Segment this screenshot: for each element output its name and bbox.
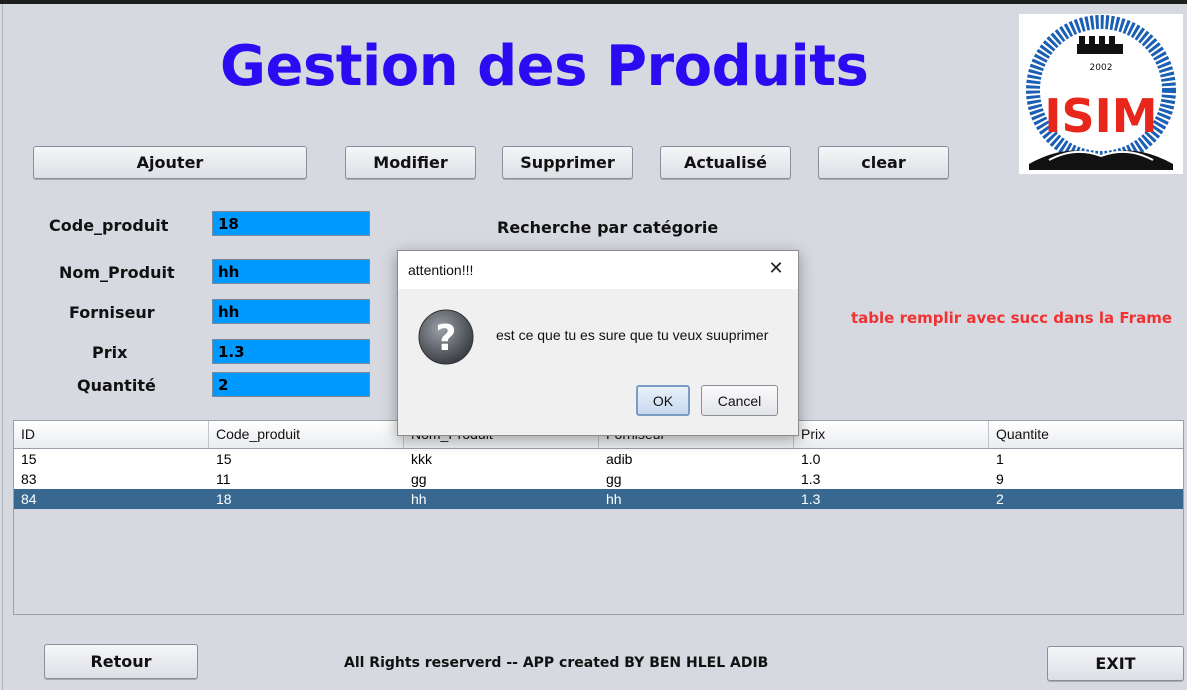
- cell-id: 83: [21, 471, 37, 487]
- quantite-field[interactable]: 2: [212, 372, 370, 397]
- modifier-button[interactable]: Modifier: [345, 146, 476, 179]
- table-row[interactable]: 15 15 kkk adib 1.0 1: [14, 449, 1183, 469]
- retour-button[interactable]: Retour: [44, 644, 198, 679]
- cell-code-produit: 11: [216, 471, 231, 487]
- prix-field[interactable]: 1.3: [212, 339, 370, 364]
- search-category-label: Recherche par catégorie: [497, 218, 719, 237]
- cell-nom-produit: gg: [411, 471, 427, 487]
- table-body: 15 15 kkk adib 1.0 1 83 11 gg gg 1.3 9 8…: [14, 449, 1183, 509]
- cell-prix: 1.3: [801, 491, 821, 507]
- cell-prix: 1.3: [801, 471, 821, 487]
- nom-produit-field[interactable]: hh: [212, 259, 370, 284]
- isim-logo: 2002 ISIM: [1019, 14, 1183, 174]
- clear-button[interactable]: clear: [818, 146, 949, 179]
- nom-produit-label: Nom_Produit: [59, 263, 175, 282]
- question-icon: ?: [417, 308, 475, 366]
- cell-id: 84: [21, 491, 37, 507]
- cell-quantite: 1: [996, 451, 1004, 467]
- cell-code-produit: 18: [216, 491, 232, 507]
- ajouter-button[interactable]: Ajouter: [33, 146, 307, 179]
- cell-nom-produit: hh: [411, 491, 427, 507]
- supprimer-button[interactable]: Supprimer: [502, 146, 633, 179]
- logo-year: 2002: [1090, 63, 1113, 73]
- column-header-quantite[interactable]: Quantite: [989, 421, 1183, 448]
- column-header-prix[interactable]: Prix: [794, 421, 989, 448]
- cell-quantite: 9: [996, 471, 1004, 487]
- close-icon[interactable]: ✕: [766, 259, 786, 279]
- cell-nom-produit: kkk: [411, 451, 432, 467]
- code-produit-label: Code_produit: [49, 216, 169, 235]
- cell-code-produit: 15: [216, 451, 232, 467]
- cell-fournisseur: adib: [606, 451, 633, 467]
- actualise-button[interactable]: Actualisé: [660, 146, 791, 179]
- logo-text: ISIM: [1044, 89, 1157, 143]
- table-row[interactable]: 83 11 gg gg 1.3 9: [14, 469, 1183, 489]
- prix-label: Prix: [92, 343, 128, 362]
- page-title: Gestion des Produits: [220, 34, 869, 99]
- dialog-message: est ce que tu es sure que tu veux suupri…: [496, 327, 769, 343]
- products-table[interactable]: ID Code_produit Nom_Produit Forniseur Pr…: [13, 420, 1184, 615]
- window-top-strip: [0, 0, 1187, 4]
- cell-fournisseur: gg: [606, 471, 622, 487]
- logo-emblem: 2002 ISIM: [1026, 15, 1176, 170]
- fournisseur-field[interactable]: hh: [212, 299, 370, 324]
- footer-credits: All Rights reserverd -- APP created BY B…: [344, 655, 769, 671]
- column-header-code-produit[interactable]: Code_produit: [209, 421, 404, 448]
- cell-quantite: 2: [996, 491, 1004, 507]
- svg-text:?: ?: [436, 318, 457, 359]
- fournisseur-label: Forniseur: [69, 303, 155, 322]
- cancel-button[interactable]: Cancel: [701, 385, 778, 416]
- dialog-title: attention!!!: [408, 262, 474, 278]
- status-message: table remplir avec succ dans la Frame: [851, 309, 1172, 327]
- window-left-border: [2, 4, 3, 690]
- quantite-label: Quantité: [77, 376, 156, 395]
- cell-fournisseur: hh: [606, 491, 622, 507]
- exit-button[interactable]: EXIT: [1047, 646, 1184, 681]
- ok-button[interactable]: OK: [636, 385, 690, 416]
- cell-id: 15: [21, 451, 37, 467]
- table-row-selected[interactable]: 84 18 hh hh 1.3 2: [14, 489, 1183, 509]
- dialog-title-bar: attention!!! ✕: [398, 251, 798, 289]
- cell-prix: 1.0: [801, 451, 821, 467]
- code-produit-field[interactable]: 18: [212, 211, 370, 236]
- column-header-id[interactable]: ID: [14, 421, 209, 448]
- confirm-dialog: attention!!! ✕ ? est ce que tu es sure q…: [397, 250, 799, 436]
